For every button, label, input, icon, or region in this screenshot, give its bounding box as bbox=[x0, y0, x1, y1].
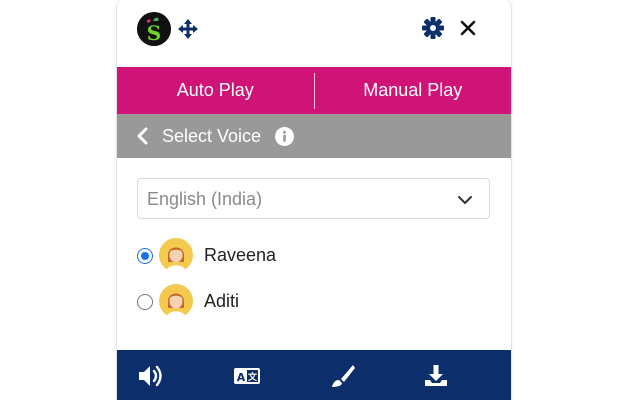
select-voice-title: Select Voice bbox=[162, 126, 262, 146]
svg-text:文: 文 bbox=[247, 371, 258, 383]
gear-icon[interactable] bbox=[421, 16, 445, 40]
language-select-value: English (India) bbox=[147, 189, 263, 209]
s-leaf-logo-icon: S bbox=[137, 12, 171, 46]
move-arrows-icon[interactable] bbox=[177, 18, 199, 40]
avatar bbox=[159, 284, 193, 318]
svg-text:A: A bbox=[237, 371, 246, 384]
voice-option-raveena[interactable]: Raveena bbox=[137, 238, 337, 276]
voice-radio-raveena[interactable] bbox=[137, 248, 153, 264]
translate-icon[interactable]: A 文 bbox=[233, 363, 261, 389]
voice-name-aditi: Aditi bbox=[204, 291, 240, 311]
text-to-speech-panel: S Auto Play Manual Play Select Voice Eng… bbox=[116, 0, 512, 400]
close-icon[interactable] bbox=[457, 17, 479, 39]
chevron-down-icon bbox=[457, 193, 473, 205]
panel-header: S bbox=[117, 0, 511, 67]
auto-play-button[interactable]: Auto Play bbox=[117, 67, 314, 114]
language-select[interactable]: English (India) bbox=[137, 178, 490, 219]
chevron-left-icon[interactable] bbox=[135, 126, 151, 146]
svg-text:S: S bbox=[147, 21, 161, 45]
avatar bbox=[159, 238, 193, 272]
select-voice-bar: Select Voice bbox=[117, 114, 511, 158]
voice-radio-aditi[interactable] bbox=[137, 294, 153, 310]
manual-play-button[interactable]: Manual Play bbox=[315, 67, 512, 114]
download-icon[interactable] bbox=[422, 363, 450, 389]
info-icon[interactable] bbox=[275, 127, 294, 146]
voice-name-raveena: Raveena bbox=[204, 245, 277, 265]
voice-option-aditi[interactable]: Aditi bbox=[137, 284, 337, 322]
bottom-toolbar: A 文 bbox=[117, 350, 511, 400]
brush-icon[interactable] bbox=[328, 363, 356, 389]
play-mode-tabs: Auto Play Manual Play bbox=[117, 67, 511, 114]
volume-icon[interactable] bbox=[137, 363, 165, 389]
